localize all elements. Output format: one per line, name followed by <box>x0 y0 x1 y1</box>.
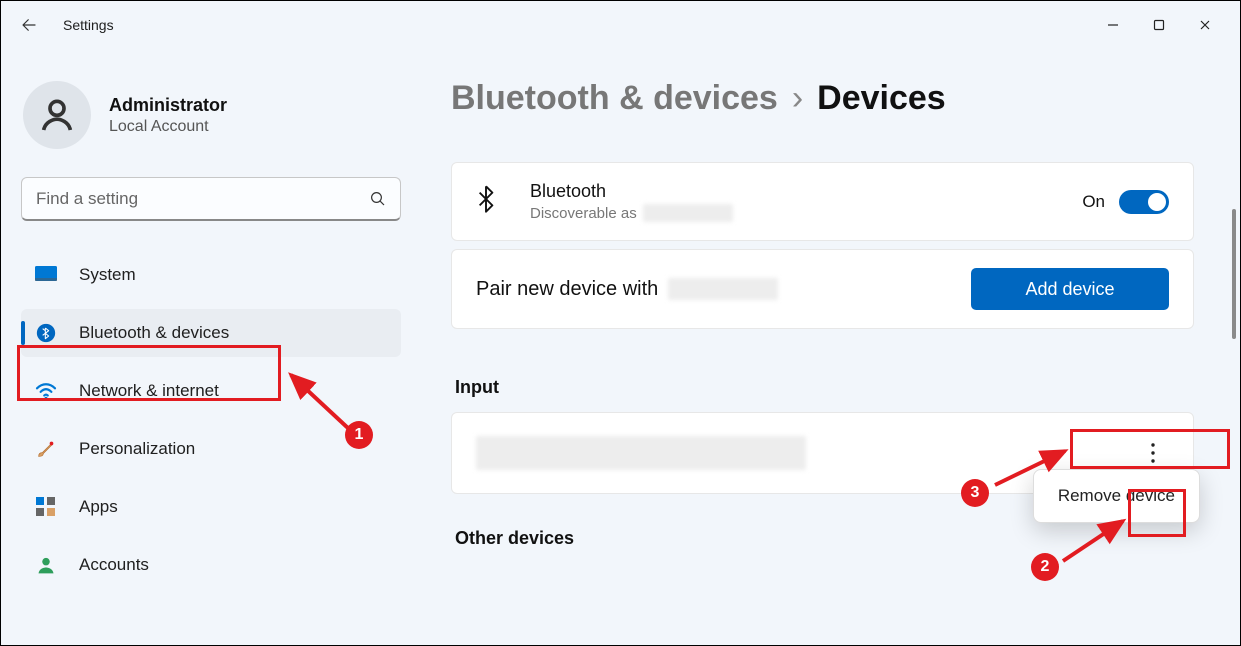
pair-text: Pair new device with <box>476 278 658 301</box>
window-title: Settings <box>63 17 114 33</box>
annotation-badge-3: 3 <box>961 479 989 507</box>
avatar <box>23 81 91 149</box>
chevron-right-icon: › <box>792 79 803 118</box>
sidebar-item-bluetooth[interactable]: Bluetooth & devices <box>21 309 401 357</box>
sidebar-item-apps[interactable]: Apps <box>21 483 401 531</box>
section-title-other: Other devices <box>455 528 1194 549</box>
sidebar-item-label: Personalization <box>79 439 195 459</box>
redacted-input-device <box>476 436 806 470</box>
bluetooth-state-label: On <box>1082 192 1105 212</box>
more-vertical-icon <box>1150 442 1156 464</box>
close-button[interactable] <box>1182 9 1228 41</box>
bluetooth-icon <box>476 185 500 218</box>
sidebar-item-label: Accounts <box>79 555 149 575</box>
system-icon <box>35 264 57 286</box>
bluetooth-subtext: Discoverable as <box>530 204 733 222</box>
bluetooth-icon <box>35 322 57 344</box>
sidebar-item-label: Apps <box>79 497 118 517</box>
search-input[interactable] <box>21 177 401 221</box>
section-title-input: Input <box>455 377 1194 398</box>
search-icon <box>369 190 387 208</box>
scrollbar-thumb[interactable] <box>1232 209 1236 339</box>
user-profile[interactable]: Administrator Local Account <box>21 81 401 149</box>
breadcrumb-current: Devices <box>817 79 946 118</box>
breadcrumb: Bluetooth & devices › Devices <box>451 79 1194 118</box>
user-name: Administrator <box>109 95 227 116</box>
content-area: Bluetooth & devices › Devices Bluetooth … <box>421 49 1240 645</box>
minimize-button[interactable] <box>1090 9 1136 41</box>
person-icon <box>35 554 57 576</box>
pair-device-card: Pair new device with Add device <box>451 249 1194 329</box>
annotation-badge-2: 2 <box>1031 553 1059 581</box>
nav-list: System Bluetooth & devices Network & int… <box>21 251 401 589</box>
titlebar: Settings <box>1 1 1240 49</box>
bluetooth-label: Bluetooth <box>530 181 733 202</box>
bluetooth-toggle[interactable] <box>1119 190 1169 214</box>
more-options-button[interactable] <box>1133 433 1173 473</box>
redacted-device-name <box>643 204 733 222</box>
sidebar-item-system[interactable]: System <box>21 251 401 299</box>
sidebar: Administrator Local Account System Bluet… <box>1 49 421 645</box>
annotation-badge-1: 1 <box>345 421 373 449</box>
maximize-button[interactable] <box>1136 9 1182 41</box>
sidebar-item-personalization[interactable]: Personalization <box>21 425 401 473</box>
sidebar-item-label: Network & internet <box>79 381 219 401</box>
sidebar-item-accounts[interactable]: Accounts <box>21 541 401 589</box>
redacted-pair-name <box>668 278 778 300</box>
sidebar-item-label: System <box>79 265 136 285</box>
breadcrumb-parent[interactable]: Bluetooth & devices <box>451 79 778 118</box>
apps-icon <box>35 496 57 518</box>
sidebar-item-label: Bluetooth & devices <box>79 323 229 343</box>
add-device-button[interactable]: Add device <box>971 268 1169 310</box>
brush-icon <box>35 438 57 460</box>
bluetooth-toggle-card: Bluetooth Discoverable as On <box>451 162 1194 241</box>
user-account-type: Local Account <box>109 118 227 136</box>
window-controls <box>1090 9 1228 41</box>
remove-device-menuitem[interactable]: Remove device <box>1040 476 1193 516</box>
back-button[interactable] <box>13 9 45 41</box>
search-wrap <box>21 177 401 221</box>
device-context-menu: Remove device <box>1033 469 1200 523</box>
wifi-icon <box>35 380 57 402</box>
sidebar-item-network[interactable]: Network & internet <box>21 367 401 415</box>
